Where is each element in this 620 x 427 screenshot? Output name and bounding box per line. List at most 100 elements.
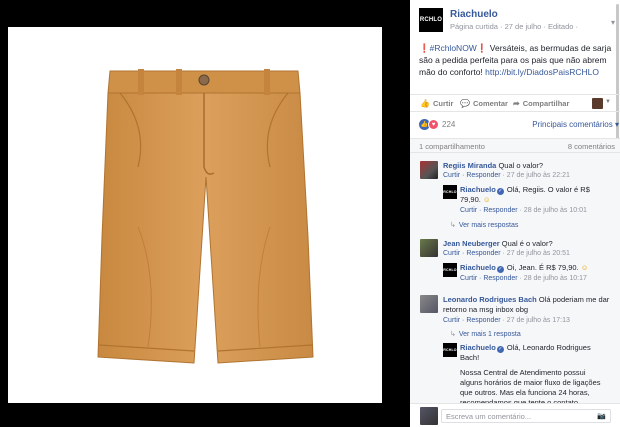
reply-time: · 28 de julho às 10:01 xyxy=(517,207,587,214)
post-header: RCHLO Riachuelo Página curtida · 27 de j… xyxy=(419,8,615,36)
comment-actions: Curtir · Responder · 27 de julho às 17:1… xyxy=(443,317,570,324)
reply-text: Riachuelo ✓ Oi, Jean. É R$ 79,90. ☺ xyxy=(460,263,588,273)
photo-viewer: RCHLO xyxy=(0,0,410,427)
reply-item: RCHLO Riachuelo ✓ Olá, Regiis. O valor é … xyxy=(443,185,618,219)
post-sidebar: RCHLO Riachuelo Página curtida · 27 de j… xyxy=(410,0,620,427)
reply-arrow-icon: ↳ xyxy=(450,331,456,338)
reply-actions: Curtir · Responder · 28 de julho às 10:0… xyxy=(460,207,587,214)
comment-body: Qual é o valor? xyxy=(499,239,553,248)
reply-time: · 28 de julho às 10:17 xyxy=(517,275,587,282)
comment-input[interactable]: Escreva um comentário... 📷 xyxy=(441,409,611,423)
page-avatar[interactable]: RCHLO xyxy=(443,343,457,357)
thumbs-up-icon: 👍 xyxy=(420,99,430,108)
reply-body-2: Bach! xyxy=(460,353,480,362)
comment-label: Comentar xyxy=(472,99,508,108)
share-arrow-icon: ➦ xyxy=(513,99,520,108)
post-actions-bar: 👍 Curtir 💬 Comentar ➦ Compartilhar ▼ xyxy=(410,94,620,112)
verified-badge-icon: ✓ xyxy=(496,346,504,353)
reply-para-3: que outros. Mas ela funciona 24 horas, xyxy=(460,388,590,397)
more-replies-link[interactable]: ↳ Ver mais 1 resposta xyxy=(450,330,521,338)
actor-chevron-icon[interactable]: ▼ xyxy=(605,99,611,105)
comment-text: Jean Neuberger Qual é o valor? xyxy=(443,239,553,249)
verified-badge-icon: ✓ xyxy=(496,188,504,195)
reply-text: Riachuelo ✓ Olá, Leonardo Rodrigues Bach! xyxy=(460,343,591,363)
reply-body: Olá, Regiis. O valor é R$ xyxy=(504,185,590,194)
post-options-chevron-icon[interactable]: ▾ xyxy=(611,18,615,27)
reply-para-2: alguns horários de maior fluxo de ligaçõ… xyxy=(460,378,601,387)
share-count[interactable]: 1 compartilhamento xyxy=(419,142,485,151)
comment-button[interactable]: 💬 Comentar xyxy=(460,99,508,108)
comment-sort-dropdown[interactable]: Principais comentários ▾ xyxy=(532,120,619,129)
comment-time: · 27 de julho às 20:51 xyxy=(500,250,570,257)
like-button[interactable]: 👍 Curtir xyxy=(420,99,453,108)
reply-author[interactable]: Riachuelo xyxy=(460,343,496,352)
comment-body: Olá poderiam me dar xyxy=(536,295,610,304)
reply-actions: Curtir · Responder · 28 de julho às 10:1… xyxy=(460,275,587,282)
stats-row: 1 compartilhamento 8 comentários xyxy=(410,138,620,153)
reply-text: Riachuelo ✓ Olá, Regiis. O valor é R$ 79,9… xyxy=(460,185,590,205)
more-replies-label: Ver mais 1 resposta xyxy=(458,331,521,338)
avatar[interactable] xyxy=(420,407,438,425)
comment-like-reply[interactable]: Curtir · Responder xyxy=(443,172,501,179)
product-photo[interactable]: RCHLO xyxy=(8,27,382,403)
comment-like-reply[interactable]: Curtir · Responder xyxy=(443,317,501,324)
reply-arrow-icon: ↳ xyxy=(450,222,456,229)
actor-avatar[interactable] xyxy=(592,98,603,109)
comment-count[interactable]: 8 comentários xyxy=(568,142,615,151)
reply-para-1: Nossa Central de Atendimento possui xyxy=(460,368,586,377)
comment-author[interactable]: Leonardo Rodrigues Bach xyxy=(443,295,537,304)
speech-bubble-icon: 💬 xyxy=(460,99,470,108)
comment-text: Leonardo Rodrigues Bach Olá poderiam me … xyxy=(443,295,609,315)
comment-composer: Escreva um comentário... 📷 xyxy=(410,403,620,427)
like-label: Curtir xyxy=(432,99,454,108)
more-replies-link[interactable]: ↳ Ver mais respostas xyxy=(450,221,518,229)
reaction-count[interactable]: 224 xyxy=(442,120,455,129)
share-button[interactable]: ➦ Compartilhar xyxy=(513,99,569,108)
more-replies-label: Ver mais respostas xyxy=(458,222,519,229)
comment-actions: Curtir · Responder · 27 de julho às 20:5… xyxy=(443,250,570,257)
page-avatar[interactable]: RCHLO xyxy=(443,263,457,277)
camera-icon[interactable]: 📷 xyxy=(597,412,606,420)
brand-watermark: RCHLO xyxy=(305,371,370,390)
hashtag-link[interactable]: #RchloNOW xyxy=(430,43,477,53)
reply-like-reply[interactable]: Curtir · Responder xyxy=(460,275,518,282)
bermuda-shorts-image xyxy=(97,69,314,364)
comment-time: · 27 de julho às 17:13 xyxy=(500,317,570,324)
page-name-link[interactable]: Riachuelo xyxy=(450,9,498,20)
comment-actions: Curtir · Responder · 27 de julho às 22:2… xyxy=(443,172,570,179)
avatar[interactable] xyxy=(420,295,438,313)
reply-paragraph: Nossa Central de Atendimento possui algun… xyxy=(460,368,601,408)
reply-item: RCHLO Riachuelo ✓ Oi, Jean. É R$ 79,90. ☺… xyxy=(443,263,618,287)
page-avatar[interactable]: RCHLO xyxy=(443,185,457,199)
avatar[interactable] xyxy=(420,161,438,179)
avatar[interactable] xyxy=(420,239,438,257)
reply-author[interactable]: Riachuelo xyxy=(460,263,496,272)
comment-author[interactable]: Jean Neuberger xyxy=(443,239,500,248)
comment-text: Regiis Miranda Qual o valor? xyxy=(443,161,543,171)
comments-list: Regiis Miranda Qual o valor? Curtir · Re… xyxy=(410,153,620,407)
comment-body-2: retorno na msg inbox obg xyxy=(443,305,529,314)
comment-like-reply[interactable]: Curtir · Responder xyxy=(443,250,501,257)
comment-placeholder: Escreva um comentário... xyxy=(446,412,532,421)
comment-time: · 27 de julho às 22:21 xyxy=(500,172,570,179)
reactions-row: 👍 ♥ 224 Principais comentários ▾ xyxy=(419,119,619,131)
reply-like-reply[interactable]: Curtir · Responder xyxy=(460,207,518,214)
reply-body: Oi, Jean. É R$ 79,90. xyxy=(504,263,581,272)
page-avatar[interactable]: RCHLO xyxy=(419,8,443,32)
comment-body: Qual o valor? xyxy=(496,161,544,170)
reply-body: Olá, Leonardo Rodrigues xyxy=(504,343,591,352)
post-caption: ❗#RchloNOW❗ Versáteis, as bermudas de sa… xyxy=(419,42,614,78)
reply-item: RCHLO Riachuelo ✓ Olá, Leonardo Rodrigues… xyxy=(443,343,618,407)
love-reaction-icon[interactable]: ♥ xyxy=(428,119,439,130)
promo-link[interactable]: http://bit.ly/DiadosPaisRCHLO xyxy=(485,67,599,77)
verified-badge-icon: ✓ xyxy=(496,266,504,273)
exclamation-icon: ❗ xyxy=(476,43,488,53)
reply-author[interactable]: Riachuelo xyxy=(460,185,496,194)
comment-item: Jean Neuberger Qual é o valor? Curtir · … xyxy=(420,239,615,263)
reply-body-2: 79,90. xyxy=(460,195,483,204)
exclamation-icon: ❗ xyxy=(419,43,430,53)
comment-author[interactable]: Regiis Miranda xyxy=(443,161,496,170)
comment-item: Leonardo Rodrigues Bach Olá poderiam me … xyxy=(420,295,615,329)
share-label: Compartilhar xyxy=(522,99,570,108)
post-meta: Página curtida · 27 de julho · Editado · xyxy=(450,22,578,31)
